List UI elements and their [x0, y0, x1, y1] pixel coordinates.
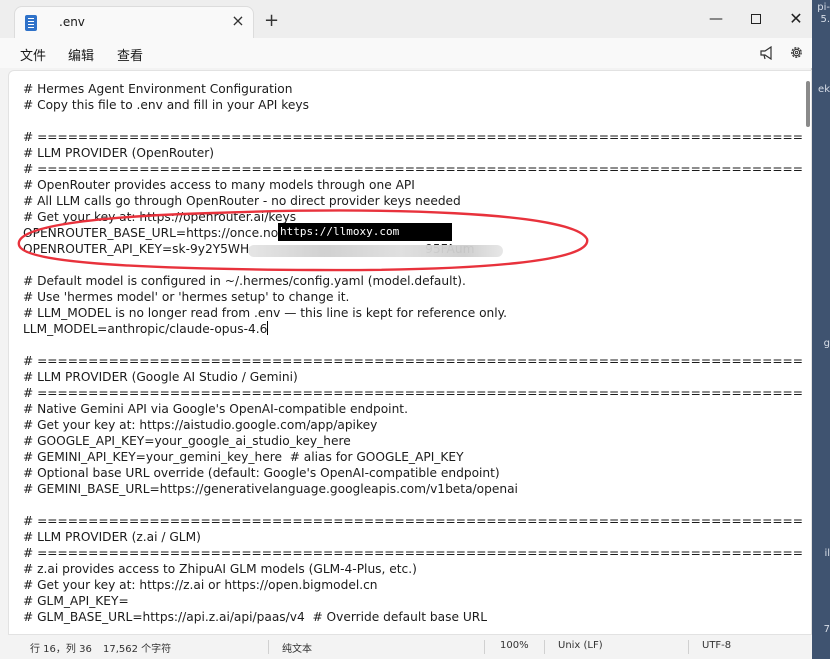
text-editor[interactable]: # Hermes Agent Environment Configuration…: [8, 70, 812, 635]
encoding[interactable]: UTF-8: [702, 640, 731, 651]
status-separator: [544, 640, 545, 654]
menu-bar: 文件 编辑 查看: [0, 38, 812, 68]
zoom-level[interactable]: 100%: [500, 640, 529, 651]
editor-line[interactable]: # Copy this file to .env and fill in you…: [23, 97, 803, 113]
status-separator: [268, 640, 269, 654]
desktop-text: pi-: [817, 2, 830, 13]
desktop-text: 7: [823, 624, 830, 635]
editor-line[interactable]: # GOOGLE_API_KEY=your_google_ai_studio_k…: [23, 433, 803, 449]
menu-view[interactable]: 查看: [117, 45, 143, 64]
desktop-background: pi- 5. ek g il 7: [812, 0, 830, 659]
new-tab-button[interactable]: +: [264, 12, 279, 30]
desktop-text: g: [823, 338, 830, 349]
megaphone-icon[interactable]: [759, 46, 775, 60]
editor-line[interactable]: # Hermes Agent Environment Configuration: [23, 81, 803, 97]
tab-title: .env: [59, 15, 85, 29]
line-ending[interactable]: Unix (LF): [558, 640, 603, 651]
gear-icon[interactable]: [789, 45, 804, 60]
editor-line[interactable]: # GEMINI_BASE_URL=https://generativelang…: [23, 481, 803, 497]
menu-file[interactable]: 文件: [20, 45, 46, 64]
editor-line[interactable]: [23, 337, 803, 353]
desktop-text: il: [824, 548, 830, 559]
tab-close-button[interactable]: ×: [230, 12, 246, 30]
cursor-position: 行 16，列 36: [30, 644, 92, 655]
maximize-icon: [751, 14, 761, 24]
editor-line[interactable]: # GEMINI_API_KEY=your_gemini_key_here # …: [23, 449, 803, 465]
editor-line[interactable]: # z.ai provides access to ZhipuAI GLM mo…: [23, 561, 803, 577]
editor-line[interactable]: # ======================================…: [23, 545, 803, 561]
editor-line[interactable]: [23, 113, 803, 129]
annotation-ellipse: [17, 209, 589, 272]
editor-line[interactable]: # Use 'hermes model' or 'hermes setup' t…: [23, 289, 803, 305]
editor-line[interactable]: # LLM_MODEL is no longer read from .env …: [23, 305, 803, 321]
editor-line[interactable]: # LLM PROVIDER (z.ai / GLM): [23, 529, 803, 545]
editor-line[interactable]: # LLM PROVIDER (Google AI Studio / Gemin…: [23, 369, 803, 385]
minimize-button[interactable]: —: [696, 6, 736, 32]
editor-line[interactable]: # ======================================…: [23, 385, 803, 401]
editor-line[interactable]: # ======================================…: [23, 513, 803, 529]
scroll-thumb[interactable]: [806, 81, 810, 127]
file-tab[interactable]: .env ×: [14, 6, 254, 38]
editor-line[interactable]: # Get your key at: https://z.ai or https…: [23, 577, 803, 593]
editor-line[interactable]: # Get your key at: https://aistudio.goog…: [23, 417, 803, 433]
editor-line[interactable]: # ======================================…: [23, 161, 803, 177]
notepad-window: .env × + — ✕ 文件 编辑 查看 # Hermes Agent Env…: [0, 0, 812, 659]
editor-line[interactable]: LLM_MODEL=anthropic/claude-opus-4.6: [23, 321, 803, 337]
editor-line[interactable]: # ======================================…: [23, 353, 803, 369]
editor-line[interactable]: # Optional base URL override (default: G…: [23, 465, 803, 481]
menu-edit[interactable]: 编辑: [68, 45, 94, 64]
editor-line[interactable]: # GLM_BASE_URL=https://api.z.ai/api/paas…: [23, 609, 803, 625]
editor-content[interactable]: # Hermes Agent Environment Configuration…: [23, 81, 803, 625]
editor-line[interactable]: # Native Gemini API via Google's OpenAI-…: [23, 401, 803, 417]
editor-line[interactable]: # All LLM calls go through OpenRouter - …: [23, 193, 803, 209]
vertical-scrollbar[interactable]: [803, 71, 811, 634]
editor-line[interactable]: # GLM_API_KEY=: [23, 593, 803, 609]
status-separator: [484, 640, 485, 654]
title-bar: .env × + — ✕: [0, 0, 812, 38]
maximize-button[interactable]: [736, 6, 776, 32]
editor-line[interactable]: # Default model is configured in ~/.herm…: [23, 273, 803, 289]
file-type[interactable]: 纯文本: [282, 640, 312, 655]
editor-line[interactable]: [23, 497, 803, 513]
editor-line[interactable]: # ======================================…: [23, 129, 803, 145]
char-count: 17,562 个字符: [103, 644, 172, 655]
text-caret: [267, 321, 269, 335]
desktop-text: 5.: [820, 14, 830, 25]
close-window-button[interactable]: ✕: [776, 6, 816, 32]
desktop-text: ek: [818, 84, 830, 95]
editor-line[interactable]: # LLM PROVIDER (OpenRouter): [23, 145, 803, 161]
status-bar: 行 16，列 36 17,562 个字符 纯文本 100% Unix (LF) …: [0, 635, 812, 659]
notepad-icon: [25, 15, 37, 31]
status-separator: [688, 640, 689, 654]
editor-line[interactable]: # OpenRouter provides access to many mod…: [23, 177, 803, 193]
